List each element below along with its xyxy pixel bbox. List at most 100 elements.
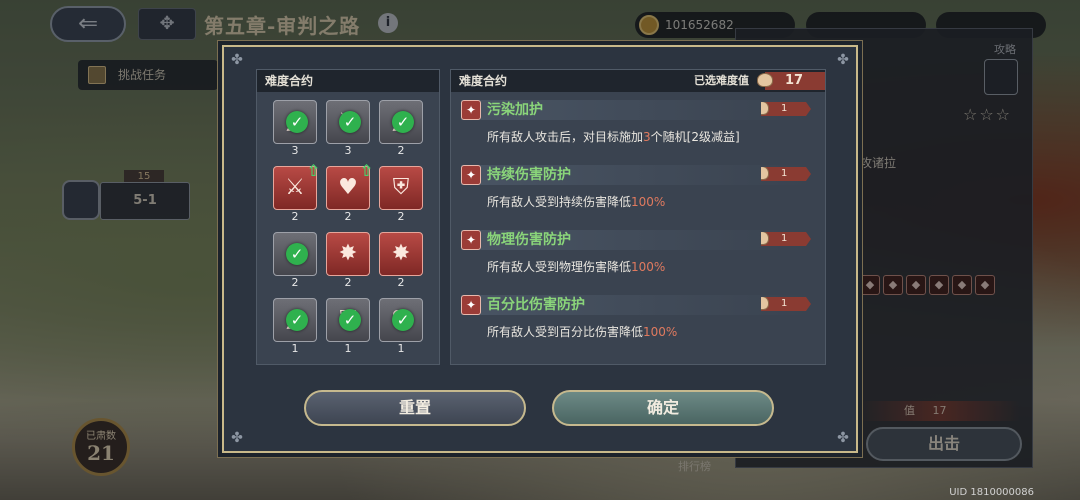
contract-cell[interactable]: ⚔ ⇧ 2 bbox=[273, 161, 320, 226]
contract-level: 2 bbox=[344, 276, 352, 289]
clause-desc-highlight: 100% bbox=[631, 195, 666, 209]
clause-item: ✦ 污染加护 1 所有敌人攻击后，对目标施加3个随机[2级减益] bbox=[461, 98, 811, 158]
clause-desc-suffix: 个随机[2级减益] bbox=[650, 130, 740, 144]
contract-tile[interactable]: ⛨ ✓ bbox=[326, 298, 370, 342]
clause-desc-text: 所有敌人受到百分比伤害降低 bbox=[487, 325, 644, 339]
clause-description: 所有敌人攻击后，对目标施加3个随机[2级减益] bbox=[487, 128, 740, 145]
clause-points: 1 bbox=[761, 102, 811, 116]
contract-glyph-icon: ♥ bbox=[338, 175, 358, 200]
contract-tile[interactable]: ✸ ✓ bbox=[273, 232, 317, 276]
selected-contracts-header: 难度合约 已选难度值 17 bbox=[451, 70, 825, 92]
contract-level: 2 bbox=[397, 276, 405, 289]
upgrade-arrow-icon: ⇧ bbox=[306, 161, 320, 180]
clause-item: ✦ 百分比伤害防护 1 所有敌人受到百分比伤害降低100% bbox=[461, 293, 811, 353]
clause-item: ✦ 持续伤害防护 1 所有敌人受到持续伤害降低100% bbox=[461, 163, 811, 223]
check-icon: ✓ bbox=[392, 309, 414, 331]
contract-level: 2 bbox=[344, 210, 352, 223]
check-icon: ✓ bbox=[286, 309, 308, 331]
clause-desc-text: 所有敌人受到持续伤害降低 bbox=[487, 195, 632, 209]
corner-ornament-icon: ✤ bbox=[231, 430, 243, 446]
clause-name: 物理伤害防护 bbox=[487, 232, 571, 248]
clause-name: 百分比伤害防护 bbox=[487, 297, 585, 313]
contract-cell[interactable]: ✸ 2 bbox=[326, 232, 370, 292]
clause-description: 所有敌人受到物理伤害降低100% bbox=[487, 258, 665, 275]
contract-glyph-icon: ⚔ bbox=[285, 175, 305, 200]
clause-desc-text: 所有敌人攻击后，对目标施加 bbox=[487, 130, 644, 144]
clause-points-value: 1 bbox=[781, 103, 788, 114]
clause-points: 1 bbox=[761, 297, 811, 311]
check-icon: ✓ bbox=[339, 111, 361, 133]
selected-difficulty-number: 17 bbox=[785, 73, 804, 88]
check-icon: ✓ bbox=[339, 309, 361, 331]
contract-tile[interactable]: ⚔ ✓ bbox=[326, 100, 370, 144]
contract-grid-title: 难度合约 bbox=[257, 70, 439, 92]
contract-tile[interactable]: ✸ bbox=[379, 232, 423, 276]
contract-glyph-icon: ⛨ bbox=[392, 175, 410, 200]
selected-contracts-title: 难度合约 bbox=[459, 74, 508, 88]
contract-level: 2 bbox=[397, 144, 405, 157]
selected-difficulty-value: 17 bbox=[757, 72, 825, 90]
contract-glyph-icon: ✸ bbox=[338, 241, 358, 266]
selected-difficulty-label: 已选难度值 bbox=[694, 74, 749, 87]
contract-cell[interactable]: ♥ ⇧ 2 bbox=[326, 161, 373, 226]
contract-level: 3 bbox=[291, 144, 299, 157]
confirm-button[interactable]: 确定 bbox=[552, 390, 774, 426]
check-icon: ✓ bbox=[286, 111, 308, 133]
contract-tile[interactable]: ♥ ⇧ bbox=[326, 161, 373, 210]
contract-grid: ▲ ✓ 3 ⚔ ✓ 3 ▲ ✓ 2 ⚔ ⇧ 2 ♥ ⇧ 2 ⛨ bbox=[273, 100, 423, 358]
contract-tile[interactable]: ♥ ✓ bbox=[379, 298, 423, 342]
contract-tile[interactable]: ⛨ bbox=[379, 166, 423, 210]
corner-ornament-icon: ✤ bbox=[231, 52, 243, 68]
clause-desc-highlight: 100% bbox=[643, 325, 678, 339]
clause-item: ✦ 物理伤害防护 1 所有敌人受到物理伤害降低100% bbox=[461, 228, 811, 288]
upgrade-arrow-icon: ⇧ bbox=[359, 161, 373, 180]
clause-points: 1 bbox=[761, 232, 811, 246]
check-icon: ✓ bbox=[286, 243, 308, 265]
contract-level: 2 bbox=[397, 210, 405, 223]
corner-ornament-icon: ✤ bbox=[837, 52, 849, 68]
clause-points-value: 1 bbox=[781, 168, 788, 179]
clause-description: 所有敌人受到持续伤害降低100% bbox=[487, 193, 665, 210]
clause-icon: ✦ bbox=[461, 295, 481, 315]
clause-points-value: 1 bbox=[781, 298, 788, 309]
uid-label: UID 1810000086 bbox=[949, 487, 1034, 498]
contract-cell[interactable]: ♥ ✓ 1 bbox=[379, 298, 423, 358]
contract-level: 1 bbox=[397, 342, 405, 355]
contract-cell[interactable]: ▲ ✓ 3 bbox=[273, 100, 317, 160]
difficulty-contract-modal: ✤ ✤ ✤ ✤ 难度合约 ▲ ✓ 3 ⚔ ✓ 3 ▲ ✓ 2 ⚔ ⇧ 2 ♥ bbox=[222, 45, 858, 453]
clause-icon: ✦ bbox=[461, 100, 481, 120]
check-icon: ✓ bbox=[392, 111, 414, 133]
contract-cell[interactable]: ⛨ ✓ 1 bbox=[326, 298, 370, 358]
clause-desc-highlight: 100% bbox=[631, 260, 666, 274]
clause-points: 1 bbox=[761, 167, 811, 181]
clause-points-value: 1 bbox=[781, 233, 788, 244]
contract-glyph-icon: ✸ bbox=[391, 241, 411, 266]
clause-name: 污染加护 bbox=[487, 102, 543, 118]
contract-cell[interactable]: ✸ ✓ 2 bbox=[273, 232, 317, 292]
contract-tile[interactable]: ✸ bbox=[326, 232, 370, 276]
contract-cell[interactable]: ✸ 2 bbox=[379, 232, 423, 292]
contract-cell[interactable]: ⛨ 2 bbox=[379, 166, 423, 226]
clause-name: 持续伤害防护 bbox=[487, 167, 571, 183]
contract-level: 1 bbox=[291, 342, 299, 355]
contract-tile[interactable]: ⚔ ⇧ bbox=[273, 161, 320, 210]
clause-icon: ✦ bbox=[461, 165, 481, 185]
clause-desc-highlight: 3 bbox=[643, 130, 651, 144]
contract-level: 2 bbox=[291, 276, 299, 289]
contract-tile[interactable]: ▲ ✓ bbox=[273, 298, 317, 342]
corner-ornament-icon: ✤ bbox=[837, 430, 849, 446]
clause-desc-text: 所有敌人受到物理伤害降低 bbox=[487, 260, 632, 274]
contract-grid-panel: 难度合约 ▲ ✓ 3 ⚔ ✓ 3 ▲ ✓ 2 ⚔ ⇧ 2 ♥ ⇧ bbox=[256, 69, 440, 365]
contract-cell[interactable]: ▲ ✓ 1 bbox=[273, 298, 317, 358]
clause-icon: ✦ bbox=[461, 230, 481, 250]
contract-level: 3 bbox=[344, 144, 352, 157]
contract-cell[interactable]: ⚔ ✓ 3 bbox=[326, 100, 370, 160]
selected-contracts-panel: 难度合约 已选难度值 17 ✦ 污染加护 1 所有敌人攻击后，对目标施加3个随机… bbox=[450, 69, 826, 365]
mask-icon bbox=[757, 73, 773, 87]
contract-tile[interactable]: ▲ ✓ bbox=[273, 100, 317, 144]
contract-tile[interactable]: ▲ ✓ bbox=[379, 100, 423, 144]
reset-button[interactable]: 重置 bbox=[304, 390, 526, 426]
contract-cell[interactable]: ▲ ✓ 2 bbox=[379, 100, 423, 160]
contract-level: 2 bbox=[291, 210, 299, 223]
contract-level: 1 bbox=[344, 342, 352, 355]
